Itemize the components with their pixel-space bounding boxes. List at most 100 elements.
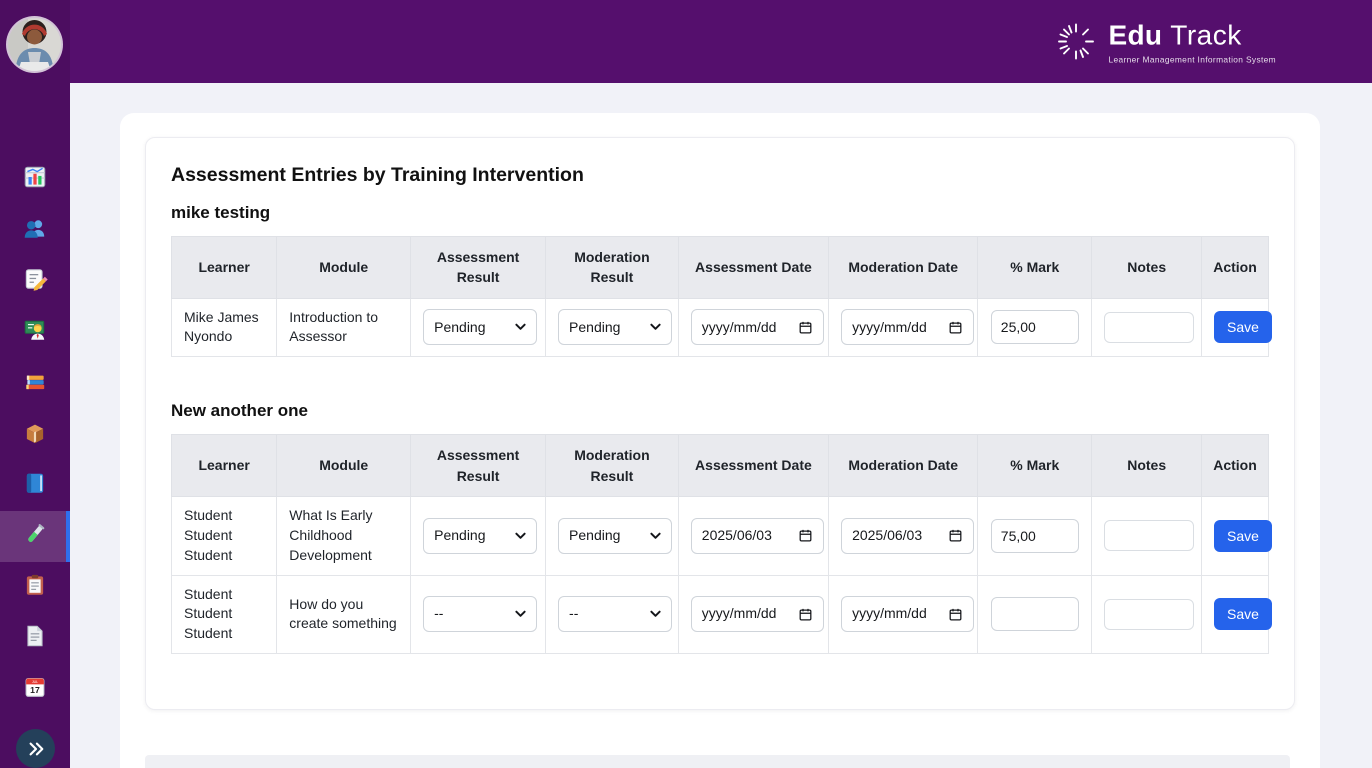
- date-value: yyyy/mm/dd: [852, 318, 927, 338]
- column-header: Assessment Date: [678, 435, 828, 497]
- next-section-card-top: [145, 755, 1290, 768]
- column-header: Notes: [1092, 435, 1202, 497]
- logo-title-bold: Edu: [1109, 19, 1163, 51]
- assessment-date-input[interactable]: yyyy/mm/dd: [691, 596, 824, 632]
- notes-input[interactable]: [1104, 520, 1194, 551]
- page-title: Assessment Entries by Training Intervent…: [171, 164, 1269, 187]
- column-header: Action: [1202, 435, 1269, 497]
- calendar-icon: JUL17: [22, 674, 48, 705]
- sidebar-collapse-button[interactable]: [16, 729, 55, 768]
- svg-text:JUL: JUL: [32, 680, 38, 684]
- sidebar-item-books[interactable]: [0, 358, 70, 409]
- calendar-icon[interactable]: [798, 528, 813, 543]
- sidebar-item-blue-book[interactable]: [0, 460, 70, 511]
- date-value: 2025/06/03: [852, 526, 922, 546]
- table-header-row: LearnerModuleAssessment ResultModeration…: [172, 435, 1269, 497]
- sidebar-item-users[interactable]: [0, 205, 70, 256]
- sidebar-item-package[interactable]: [0, 409, 70, 460]
- assessment-date-input[interactable]: yyyy/mm/dd: [691, 309, 824, 345]
- bar-chart-icon: [22, 164, 48, 195]
- avatar-image: [8, 18, 61, 71]
- teacher-icon: [22, 317, 48, 348]
- column-header: Notes: [1092, 237, 1202, 299]
- moderation-date-input[interactable]: 2025/06/03: [841, 518, 974, 554]
- date-value: yyyy/mm/dd: [702, 604, 777, 624]
- notes-input[interactable]: [1104, 312, 1194, 343]
- mark-input[interactable]: [991, 519, 1079, 553]
- select-value: --: [569, 604, 578, 624]
- save-button[interactable]: Save: [1214, 598, 1272, 630]
- column-header: Action: [1202, 237, 1269, 299]
- sidebar-item-teacher[interactable]: [0, 307, 70, 358]
- column-header: Learner: [172, 237, 277, 299]
- moderation-result-select[interactable]: Pending: [558, 309, 672, 345]
- memo-pencil-icon: [22, 266, 48, 297]
- table-header-row: LearnerModuleAssessment ResultModeration…: [172, 237, 1269, 299]
- page-container: Assessment Entries by Training Intervent…: [120, 113, 1320, 768]
- books-icon: [22, 368, 48, 399]
- sidebar: JUL17: [0, 0, 70, 768]
- chevron-down-icon: [650, 532, 661, 540]
- assessment-date-input[interactable]: 2025/06/03: [691, 518, 824, 554]
- sidebar-item-memo-pencil[interactable]: [0, 256, 70, 307]
- column-header: % Mark: [978, 435, 1092, 497]
- assessment-result-select[interactable]: Pending: [423, 309, 537, 345]
- column-header: Module: [277, 435, 411, 497]
- moderation-date-input[interactable]: yyyy/mm/dd: [841, 309, 974, 345]
- package-icon: [22, 419, 48, 450]
- select-value: Pending: [569, 526, 620, 546]
- table-row: Student Student StudentHow do you create…: [172, 575, 1269, 654]
- user-avatar[interactable]: [8, 18, 61, 71]
- column-header: Assessment Result: [411, 237, 546, 299]
- column-header: % Mark: [978, 237, 1092, 299]
- date-value: yyyy/mm/dd: [852, 604, 927, 624]
- chevron-down-icon: [515, 610, 526, 618]
- assessment-result-select[interactable]: --: [423, 596, 537, 632]
- assessment-section: New another oneLearnerModuleAssessment R…: [171, 401, 1269, 654]
- save-button[interactable]: Save: [1214, 311, 1272, 343]
- moderation-result-select[interactable]: Pending: [558, 518, 672, 554]
- double-chevron-right-icon: [27, 741, 45, 757]
- column-header: Assessment Result: [411, 435, 546, 497]
- sidebar-item-test-tube[interactable]: [0, 511, 70, 562]
- sidebar-item-document[interactable]: [0, 613, 70, 664]
- assessment-entries-card: Assessment Entries by Training Intervent…: [145, 137, 1295, 710]
- learner-cell: Student Student Student: [172, 575, 277, 654]
- mark-input[interactable]: [991, 310, 1079, 344]
- chevron-down-icon: [515, 532, 526, 540]
- calendar-icon[interactable]: [798, 607, 813, 622]
- module-cell: Introduction to Assessor: [277, 298, 411, 357]
- moderation-result-select[interactable]: --: [558, 596, 672, 632]
- date-value: 2025/06/03: [702, 526, 772, 546]
- table-row: Student Student StudentWhat Is Early Chi…: [172, 496, 1269, 575]
- svg-text:17: 17: [30, 685, 40, 695]
- column-header: Moderation Result: [546, 237, 679, 299]
- calendar-icon[interactable]: [948, 607, 963, 622]
- notes-input[interactable]: [1104, 599, 1194, 630]
- calendar-icon[interactable]: [948, 320, 963, 335]
- section-title: mike testing: [171, 203, 1269, 223]
- logo-title-light: Track: [1170, 19, 1241, 51]
- learner-cell: Mike James Nyondo: [172, 298, 277, 357]
- blue-book-icon: [22, 470, 48, 501]
- clipboard-icon: [22, 572, 48, 603]
- calendar-icon[interactable]: [948, 528, 963, 543]
- column-header: Moderation Result: [546, 435, 679, 497]
- calendar-icon[interactable]: [798, 320, 813, 335]
- mark-input[interactable]: [991, 597, 1079, 631]
- module-cell: What Is Early Childhood Development: [277, 496, 411, 575]
- date-value: yyyy/mm/dd: [702, 318, 777, 338]
- sidebar-item-bar-chart[interactable]: [0, 154, 70, 205]
- assessment-section: mike testing LearnerModuleAssessment Resu…: [171, 203, 1269, 357]
- sidebar-item-calendar[interactable]: JUL17: [0, 664, 70, 715]
- learner-cell: Student Student Student: [172, 496, 277, 575]
- save-button[interactable]: Save: [1214, 520, 1272, 552]
- sidebar-item-clipboard[interactable]: [0, 562, 70, 613]
- moderation-date-input[interactable]: yyyy/mm/dd: [841, 596, 974, 632]
- assessment-result-select[interactable]: Pending: [423, 518, 537, 554]
- select-value: Pending: [434, 318, 485, 338]
- test-tube-icon: [22, 521, 48, 552]
- chevron-down-icon: [515, 323, 526, 331]
- edutrack-logo: Edu Track Learner Management Information…: [1055, 19, 1277, 64]
- logo-subtitle: Learner Management Information System: [1109, 54, 1277, 64]
